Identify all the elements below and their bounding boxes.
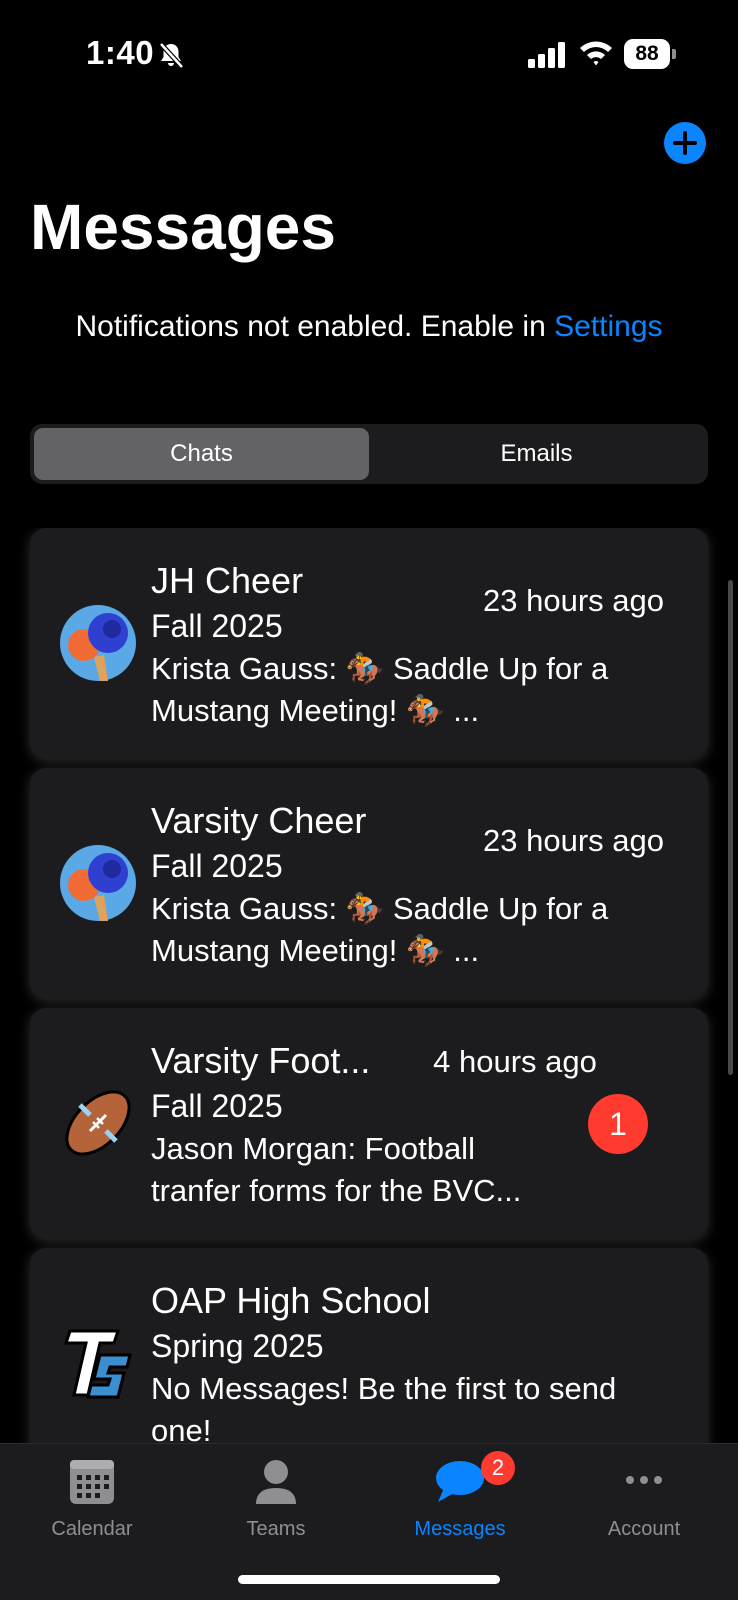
chat-name: Varsity Cheer [151,800,367,841]
battery-indicator: 88 [624,39,676,69]
unread-badge: 1 [588,1094,648,1154]
chat-preview: No Messages! Be the first to send one! [151,1371,617,1443]
messages-tab-badge: 2 [481,1451,515,1485]
chat-list: JH Cheer 23 hours ago Fall 2025 Krista G… [0,528,738,1443]
chat-name: Varsity Foot... [151,1040,371,1081]
chat-name: OAP High School [151,1280,431,1321]
tab-chats[interactable]: Chats [34,428,369,480]
messages-screen: 1:40 88 Messages Notifications not enabl… [0,0,738,1600]
tab-label: Calendar [51,1518,133,1540]
tab-calendar[interactable]: Calendar [0,1444,184,1554]
chat-preview: Krista Gauss: 🏇 Saddle Up for a Mustang … [151,651,609,728]
pompom-avatar-icon [60,845,136,921]
chat-season: Fall 2025 [151,608,283,644]
person-icon [256,1460,296,1504]
notice-text: Notifications not enabled. Enable in [75,310,555,343]
new-message-button[interactable] [664,122,706,164]
home-indicator [238,1575,500,1584]
tab-account[interactable]: Account [552,1444,736,1554]
chat-card-varsity-cheer[interactable]: Varsity Cheer 23 hours ago Fall 2025 Kri… [30,768,708,998]
wifi-icon [580,41,612,66]
chat-time: 4 hours ago [433,1044,597,1079]
status-bar: 1:40 88 [0,0,738,110]
tab-label: Teams [246,1518,306,1540]
chat-time: 23 hours ago [483,583,664,618]
football-avatar-icon [65,1090,131,1156]
chat-card-jh-cheer[interactable]: JH Cheer 23 hours ago Fall 2025 Krista G… [30,528,708,758]
cellular-signal-icon [528,42,565,68]
tab-emails[interactable]: Emails [369,428,704,480]
bell-slash-icon [159,42,184,69]
tab-teams[interactable]: Teams [184,1444,368,1554]
tab-label: Messages [414,1518,506,1540]
scroll-indicator[interactable] [728,580,733,1075]
chat-card-oap-high-school[interactable]: OAP High School Spring 2025 No Messages!… [30,1248,708,1443]
battery-cap [672,49,676,59]
settings-link[interactable]: Settings [554,310,662,343]
chat-name: JH Cheer [151,560,304,601]
chat-bubble-icon [436,1461,484,1502]
page-title: Messages [30,191,336,263]
chat-preview: Krista Gauss: 🏇 Saddle Up for a Mustang … [151,891,609,968]
chat-time: 23 hours ago [483,823,664,858]
chat-season: Spring 2025 [151,1328,324,1364]
chats-emails-segmented-control: Chats Emails [30,424,708,484]
status-time: 1:40 [86,34,155,71]
calendar-icon [70,1460,114,1504]
battery-level: 88 [624,39,670,69]
chat-season: Fall 2025 [151,1088,283,1124]
chat-season: Fall 2025 [151,848,283,884]
plus-icon [673,131,697,155]
ts-logo-avatar-icon [63,1329,132,1399]
tab-label: Account [607,1518,681,1540]
notifications-notice: Notifications not enabled. Enable in Set… [0,310,738,344]
chat-preview: Jason Morgan: Football tranfer forms for… [151,1131,522,1208]
pompom-avatar-icon [60,605,136,681]
chat-card-varsity-football[interactable]: Varsity Foot... 4 hours ago Fall 2025 Ja… [30,1008,708,1238]
more-icon [626,1476,662,1484]
tab-messages[interactable]: Messages [368,1444,552,1554]
